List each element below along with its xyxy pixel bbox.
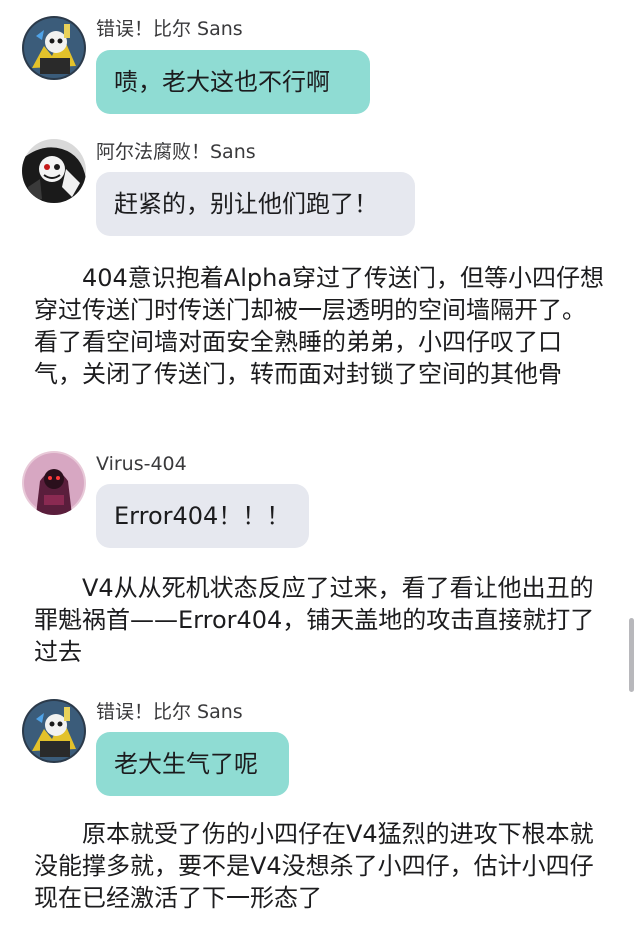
virus-404-avatar-icon: [22, 451, 86, 515]
avatar[interactable]: [22, 139, 86, 203]
sender-name: 阿尔法腐败！Sans: [96, 141, 256, 163]
avatar[interactable]: [22, 699, 86, 763]
sender-name: Virus-404: [96, 453, 187, 475]
narration-paragraph: 原本就受了伤的小四仔在V4猛烈的进攻下根本就没能撑多就，要不是V4没想杀了小四仔…: [34, 818, 606, 914]
narration-text: V4从从死机状态反应了过来，看了看让他出丑的罪魁祸首——Error404，铺天盖…: [34, 574, 595, 666]
message-bubble[interactable]: 啧，老大这也不行啊: [96, 50, 370, 114]
scrollbar[interactable]: [629, 618, 634, 692]
narration-paragraph: 404意识抱着Alpha穿过了传送门，但等小四仔想穿过传送门时传送门却被一层透明…: [34, 262, 606, 390]
message-bubble[interactable]: 赶紧的，别让他们跑了！: [96, 172, 415, 236]
message-bubble[interactable]: 老大生气了呢: [96, 732, 289, 796]
sender-name: 错误！比尔 Sans: [96, 18, 243, 40]
narration-text: 原本就受了伤的小四仔在V4猛烈的进攻下根本就没能撑多就，要不是V4没想杀了小四仔…: [34, 820, 594, 912]
narration-text: 404意识抱着Alpha穿过了传送门，但等小四仔想穿过传送门时传送门却被一层透明…: [34, 264, 605, 388]
sender-name: 错误！比尔 Sans: [96, 701, 243, 723]
alpha-corrupt-sans-avatar-icon: [22, 139, 86, 203]
error-bill-sans-avatar-icon: [22, 16, 86, 80]
message-bubble[interactable]: Error404！！！: [96, 484, 309, 548]
narration-paragraph: V4从从死机状态反应了过来，看了看让他出丑的罪魁祸首——Error404，铺天盖…: [34, 572, 606, 668]
avatar[interactable]: [22, 16, 86, 80]
error-bill-sans-avatar-icon: [22, 699, 86, 763]
avatar[interactable]: [22, 451, 86, 515]
